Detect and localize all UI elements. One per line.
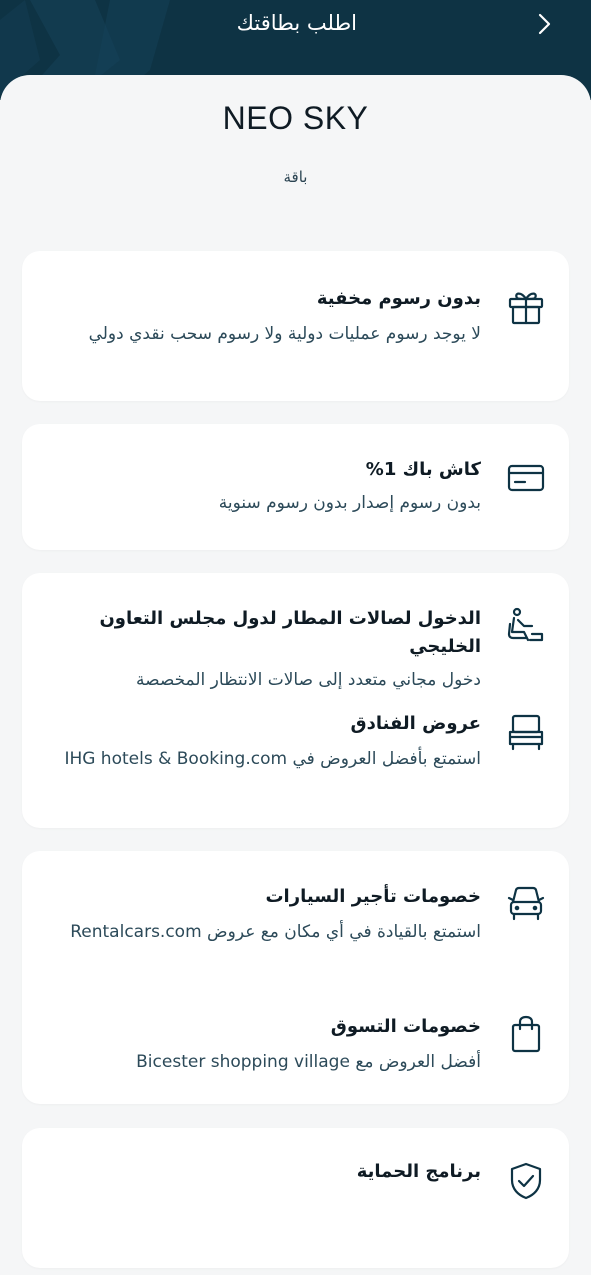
feature-title: كاش باك 1% xyxy=(365,459,481,480)
chevron-right-icon xyxy=(538,13,551,35)
feature-description: لا يوجد رسوم عمليات دولية ولا رسوم سحب ن… xyxy=(88,324,481,344)
gift-icon xyxy=(508,292,544,325)
feature-card-discounts: خصومات تأجير السيارات استمتع بالقيادة في… xyxy=(22,851,569,1104)
feature-card-cashback: كاش باك 1% بدون رسوم إصدار بدون رسوم سنو… xyxy=(22,424,569,550)
feature-title: برنامج الحماية xyxy=(356,1161,481,1182)
feature-title: بدون رسوم مخفية xyxy=(316,288,481,309)
car-icon xyxy=(507,886,545,921)
feature-card-travel: الدخول لصالات المطار لدول مجلس التعاون ا… xyxy=(22,573,569,828)
feature-icon-wrap xyxy=(503,1011,549,1057)
feature-icon-wrap xyxy=(503,708,549,754)
feature-description: استمتع بالقيادة في أي مكان مع عروض Renta… xyxy=(70,922,481,942)
feature-icon-wrap xyxy=(503,455,549,501)
feature-icon-wrap xyxy=(503,603,549,649)
lounge-seat-icon xyxy=(507,607,544,642)
feature-title: عروض الفنادق xyxy=(350,713,481,734)
feature-description: بدون رسوم إصدار بدون رسوم سنوية xyxy=(218,493,481,513)
feature-description: أفضل العروض مع Bicester shopping village xyxy=(136,1052,481,1072)
shield-check-icon xyxy=(510,1162,542,1200)
feature-title: خصومات التسوق xyxy=(330,1016,481,1037)
feature-icon-wrap xyxy=(503,283,549,329)
feature-card-protection: برنامج الحماية xyxy=(22,1128,569,1268)
feature-icon-wrap xyxy=(503,880,549,926)
feature-title: خصومات تأجير السيارات xyxy=(265,886,481,907)
card-name: NEO SKY xyxy=(222,100,369,136)
page-title: اطلب بطاقتك xyxy=(236,11,357,35)
feature-description: دخول مجاني متعدد إلى صالات الانتظار المخ… xyxy=(135,670,481,690)
credit-card-icon xyxy=(507,464,545,492)
back-button[interactable] xyxy=(530,10,558,38)
bed-icon xyxy=(508,714,544,751)
feature-description: استمتع بأفضل العروض في IHG hotels & Book… xyxy=(64,749,481,769)
feature-card-no-hidden-fees: بدون رسوم مخفية لا يوجد رسوم عمليات دولي… xyxy=(22,251,569,401)
card-type-label: باقة xyxy=(283,168,308,186)
feature-title: الدخول لصالات المطار لدول مجلس التعاون ا… xyxy=(99,608,481,657)
shopping-bag-icon xyxy=(511,1015,541,1053)
feature-icon-wrap xyxy=(503,1158,549,1204)
